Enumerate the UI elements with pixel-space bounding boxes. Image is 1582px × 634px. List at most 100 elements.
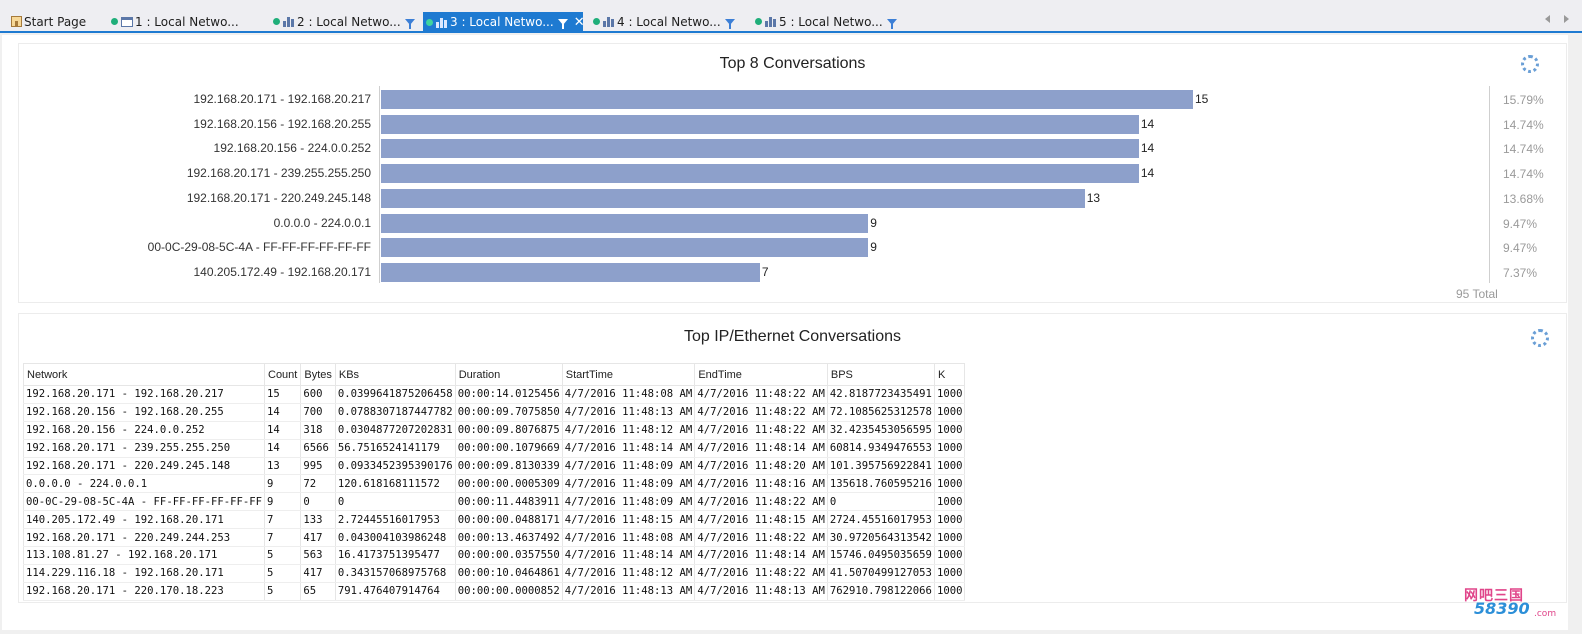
- bar-percent-label: 15.79%: [1503, 93, 1544, 107]
- table-row[interactable]: 140.205.172.49 - 192.168.20.171 7 133 2.724…: [23, 510, 966, 530]
- table-cell-starttime: 4/7/2016 11:48:13 AM: [562, 582, 696, 601]
- table-cell-endtime: 4/7/2016 11:48:22 AM: [694, 492, 828, 512]
- table-cell-kbs: 120.618168111572: [335, 474, 456, 494]
- table-cell-count: 7: [264, 510, 302, 530]
- table-row[interactable]: 114.229.116.18 - 192.168.20.171 5 417 0.343…: [23, 564, 966, 583]
- bar[interactable]: [381, 139, 1139, 159]
- table-cell-endtime: 4/7/2016 11:48:14 AM: [694, 439, 828, 458]
- bar-value-label: 14: [1140, 166, 1155, 181]
- table-cell-bytes: 417: [300, 528, 336, 548]
- tab-scroll-left-icon[interactable]: [1545, 15, 1550, 23]
- table-cell-duration: 00:00:00.0488171: [455, 510, 563, 530]
- table-cell-bytes: 6566: [300, 439, 336, 458]
- close-tab-icon[interactable]: ✕: [574, 15, 585, 30]
- table-cell-starttime: 4/7/2016 11:48:08 AM: [562, 385, 696, 404]
- table-cell-bps: 135618.760595216: [827, 474, 935, 494]
- bar-value-label: 15: [1195, 92, 1209, 106]
- table-row[interactable]: 113.108.81.27 - 192.168.20.171 5 563 16.417…: [23, 546, 966, 565]
- status-dot-icon: [593, 18, 600, 25]
- watermark-suffix-text: .com: [1534, 609, 1557, 619]
- table-cell-count: 13: [264, 457, 302, 476]
- table-cell-k: 1000: [934, 528, 966, 548]
- bar-category-label: 192.168.20.171 - 220.249.245.148: [186, 190, 371, 205]
- loading-spinner-icon: [1531, 329, 1549, 347]
- column-header-bps[interactable]: BPS: [827, 363, 935, 386]
- table-row[interactable]: 192.168.20.156 - 224.0.0.252 14 318 0.03048…: [23, 421, 966, 440]
- table-cell-network: 192.168.20.156 - 224.0.0.252: [23, 421, 265, 440]
- table-row[interactable]: 192.168.20.171 - 239.255.255.250 14 6566 56…: [23, 439, 966, 458]
- table-cell-duration: 00:00:00.1079669: [455, 439, 563, 458]
- table-row[interactable]: 192.168.20.171 - 220.170.18.223 5 65 791.47…: [23, 582, 966, 601]
- table-cell-bps: 72.1085625312578: [827, 403, 935, 422]
- bar-percent-label: 14.74%: [1503, 167, 1544, 182]
- table-cell-count: 7: [264, 528, 302, 548]
- column-header-network[interactable]: Network: [23, 363, 265, 386]
- bar-percent-label: 7.37%: [1503, 265, 1538, 280]
- bar[interactable]: [381, 114, 1139, 134]
- table-cell-duration: 00:00:00.0357550: [455, 546, 563, 565]
- table-cell-bps: 32.4235453056595: [827, 421, 935, 440]
- top-ip-ethernet-conversations-panel: Top IP/Ethernet Conversations Network Cou…: [18, 313, 1567, 603]
- table-cell-count: 14: [264, 403, 302, 422]
- table-cell-network: 0.0.0.0 - 224.0.0.1: [23, 474, 265, 494]
- table-row[interactable]: 192.168.20.156 - 192.168.20.255 14 700 0.07…: [23, 403, 966, 422]
- table-cell-endtime: 4/7/2016 11:48:14 AM: [694, 546, 828, 565]
- tab-scroll-right-icon[interactable]: [1564, 15, 1569, 23]
- bar[interactable]: [381, 213, 869, 233]
- table-cell-endtime: 4/7/2016 11:48:16 AM: [694, 474, 828, 494]
- table-title: Top IP/Ethernet Conversations: [683, 328, 901, 345]
- column-header-k[interactable]: K: [934, 363, 966, 386]
- table-cell-duration: 00:00:09.8076875: [455, 421, 563, 440]
- bar-category-label: 192.168.20.156 - 192.168.20.255: [193, 116, 372, 131]
- tab-local-network-3[interactable]: 3 : Local Netwo... ✕: [423, 12, 585, 32]
- chart-icon: [436, 17, 448, 28]
- table-cell-starttime: 4/7/2016 11:48:14 AM: [562, 439, 696, 458]
- table-row[interactable]: 00-0C-29-08-5C-4A - FF-FF-FF-FF-FF-FF 9 0 0…: [23, 492, 966, 512]
- table-row[interactable]: 192.168.20.171 - 192.168.20.217 15 600 0.03…: [23, 385, 966, 404]
- table-cell-bps: 2724.45516017953: [827, 510, 935, 530]
- column-header-bytes[interactable]: Bytes: [300, 363, 336, 386]
- table-cell-network: 192.168.20.171 - 220.249.244.253: [23, 528, 265, 548]
- table-row[interactable]: 192.168.20.171 - 220.249.244.253 7 417 0.04…: [23, 528, 966, 548]
- conversations-table: Network Count Bytes KBs Duration StartTime End…: [23, 363, 966, 601]
- table-cell-starttime: 4/7/2016 11:48:12 AM: [562, 421, 696, 440]
- content-area: Top 8 Conversations 95 Total 192.168.20.…: [2, 35, 1568, 630]
- table-cell-starttime: 4/7/2016 11:48:08 AM: [562, 528, 696, 548]
- column-header-count[interactable]: Count: [264, 363, 302, 386]
- column-header-starttime[interactable]: StartTime: [562, 363, 696, 386]
- column-header-endtime[interactable]: EndTime: [694, 363, 828, 386]
- table-cell-bps: 101.395756922841: [827, 457, 935, 476]
- bar-category-label: 0.0.0.0 - 224.0.0.1: [273, 215, 371, 230]
- table-cell-kbs: 0.0304877207202831: [335, 421, 456, 440]
- bar[interactable]: [381, 238, 869, 258]
- tab-local-network-1[interactable]: 1 : Local Netwo...: [108, 12, 258, 31]
- table-cell-bps: 30.9720564313542: [827, 528, 935, 548]
- table-row[interactable]: 192.168.20.171 - 220.249.245.148 13 995 0.0…: [23, 457, 966, 476]
- tab-start-page[interactable]: Start Page: [8, 12, 100, 31]
- tab-local-network-2[interactable]: 2 : Local Netwo...: [270, 12, 415, 31]
- bar[interactable]: [381, 262, 760, 282]
- tab-label: 5 : Local Netwo...: [779, 14, 883, 29]
- status-dot-icon: [755, 18, 762, 25]
- column-header-duration[interactable]: Duration: [455, 363, 563, 386]
- table-cell-kbs: 0.043004103986248: [335, 528, 456, 548]
- bar-category-label: 192.168.20.171 - 239.255.255.250: [186, 166, 371, 181]
- column-header-kbs[interactable]: KBs: [335, 363, 456, 386]
- filter-icon: [404, 18, 415, 29]
- bar[interactable]: [381, 188, 1085, 208]
- bar[interactable]: [381, 90, 1193, 109]
- loading-spinner-icon: [1521, 55, 1539, 73]
- table-cell-duration: 00:00:14.0125456: [455, 385, 563, 404]
- tab-local-network-5[interactable]: 5 : Local Netwo...: [752, 12, 897, 31]
- table-cell-bps: 60814.9349476553: [827, 439, 935, 458]
- watermark-bottom-text: 58390: [1474, 599, 1530, 618]
- table-cell-count: 15: [264, 385, 302, 404]
- table-row[interactable]: 0.0.0.0 - 224.0.0.1 9 72 120.618168111572 00…: [23, 474, 966, 494]
- tab-local-network-4[interactable]: 4 : Local Netwo...: [590, 12, 735, 31]
- bar[interactable]: [381, 164, 1139, 184]
- table-cell-starttime: 4/7/2016 11:48:14 AM: [562, 546, 696, 565]
- table-cell-k: 1000: [934, 457, 966, 476]
- table-cell-duration: 00:00:09.8130339: [455, 457, 563, 476]
- table-cell-bytes: 563: [300, 546, 336, 565]
- table-cell-count: 5: [264, 564, 302, 583]
